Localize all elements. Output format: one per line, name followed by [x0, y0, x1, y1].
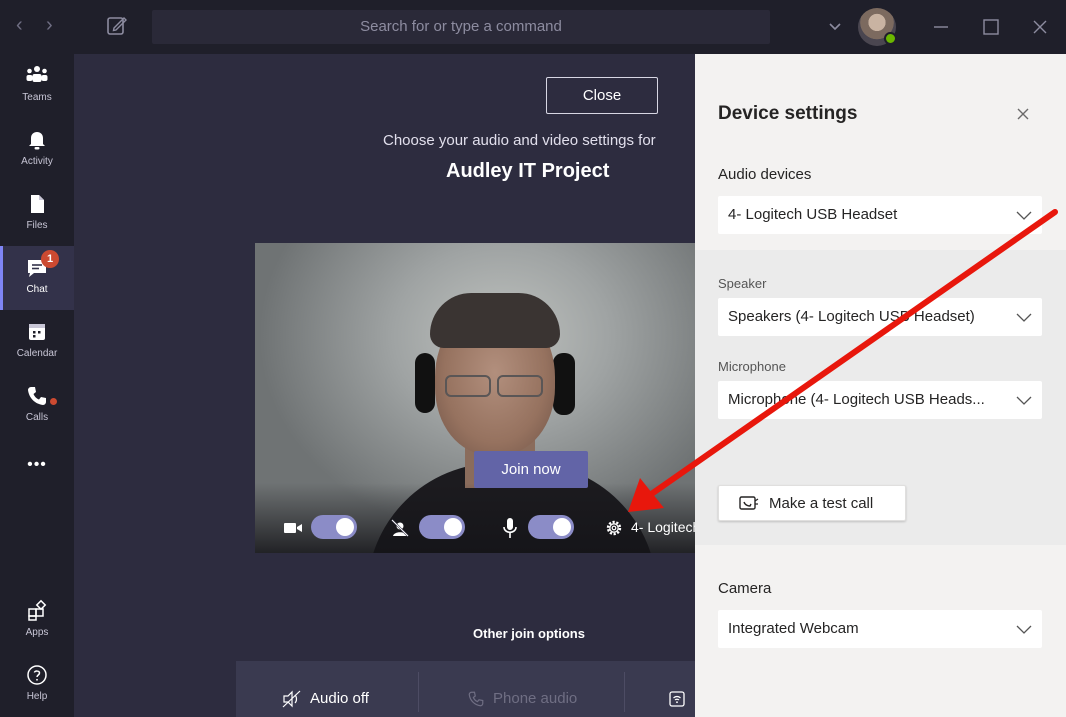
background-blur-icon [391, 519, 409, 537]
rail-item-files[interactable]: Files [0, 182, 74, 246]
make-test-call-button[interactable]: Make a test call [718, 485, 906, 521]
chevron-down-icon [1016, 625, 1032, 634]
teams-icon [26, 66, 48, 82]
microphone-label: Microphone [718, 359, 786, 374]
rail-label: Calls [25, 412, 49, 423]
speaker-value: Speakers (4- Logitech USB Headset) [728, 308, 975, 325]
chevron-down-icon [1016, 313, 1032, 322]
audio-off-label: Audio off [310, 690, 369, 707]
app-rail: Teams Activity Files 1 Chat Calendar Cal… [0, 54, 74, 717]
rail-item-teams[interactable]: Teams [0, 54, 74, 118]
background-effects-toggle[interactable] [419, 515, 465, 539]
unread-badge: 1 [41, 250, 59, 268]
test-call-icon [739, 496, 759, 510]
audio-device-value: 4- Logitech USB Headset [728, 206, 898, 223]
close-button[interactable]: Close [546, 77, 658, 114]
rail-label: Apps [25, 627, 49, 638]
camera-icon [284, 523, 302, 533]
bell-icon [29, 132, 45, 150]
rail-label: Help [26, 691, 48, 702]
audio-devices-heading: Audio devices [718, 166, 812, 183]
rail-label: Activity [21, 156, 53, 167]
speaker-label: Speaker [718, 276, 767, 291]
rail-item-activity[interactable]: Activity [0, 118, 74, 182]
phone-icon [28, 387, 46, 405]
close-icon[interactable] [1012, 103, 1034, 125]
rail-label: Calendar [16, 348, 58, 359]
chevron-down-icon [1016, 396, 1032, 405]
camera-value: Integrated Webcam [728, 620, 859, 637]
help-icon [27, 665, 47, 685]
rail-label: Files [26, 220, 48, 231]
phone-audio-label: Phone audio [493, 690, 578, 707]
room-audio-icon[interactable] [668, 690, 686, 708]
join-now-button[interactable]: Join now [474, 451, 588, 488]
microphone-toggle[interactable] [528, 515, 574, 539]
presence-available-icon [884, 32, 897, 45]
microphone-select[interactable]: Microphone (4- Logitech USB Heads... [718, 381, 1042, 419]
phone-icon [468, 691, 484, 707]
other-join-options-title: Other join options [473, 626, 585, 641]
rail-item-apps[interactable]: Apps [0, 589, 74, 653]
microphone-value: Microphone (4- Logitech USB Heads... [728, 391, 985, 408]
close-window-icon[interactable] [1027, 14, 1053, 40]
title-bar: ‹ › Search for or type a command [0, 0, 1066, 54]
meeting-title: Audley IT Project [446, 160, 610, 182]
rail-item-help[interactable]: Help [0, 653, 74, 717]
device-settings-link[interactable]: 4- Logitech USB Headset [631, 519, 695, 535]
more-icon: ••• [27, 456, 47, 473]
join-options-bar [236, 661, 695, 717]
test-call-label: Make a test call [769, 495, 874, 512]
rail-item-chat[interactable]: 1 Chat [0, 246, 74, 310]
camera-heading: Camera [718, 580, 772, 597]
microphone-icon [503, 518, 517, 538]
apps-icon [28, 599, 47, 621]
camera-select[interactable]: Integrated Webcam [718, 610, 1042, 648]
forward-icon[interactable]: › [46, 14, 53, 37]
speaker-select[interactable]: Speakers (4- Logitech USB Headset) [718, 298, 1042, 336]
speaker-off-icon [282, 690, 301, 708]
video-preview [255, 243, 695, 553]
camera-toggle[interactable] [311, 515, 357, 539]
compose-icon[interactable] [104, 13, 130, 39]
chevron-down-icon[interactable] [825, 14, 845, 38]
file-icon [31, 195, 44, 213]
rail-item-calls[interactable]: Calls [0, 374, 74, 438]
notification-dot [50, 398, 57, 405]
prejoin-prompt: Choose your audio and video settings for [383, 132, 656, 149]
maximize-icon[interactable] [978, 14, 1004, 40]
calendar-icon [29, 324, 45, 340]
audio-device-select[interactable]: 4- Logitech USB Headset [718, 196, 1042, 234]
back-icon[interactable]: ‹ [16, 14, 23, 37]
device-settings-title: Device settings [718, 103, 858, 124]
minimize-icon[interactable] [928, 14, 954, 40]
rail-item-calendar[interactable]: Calendar [0, 310, 74, 374]
search-input[interactable]: Search for or type a command [152, 10, 770, 44]
rail-label: Teams [22, 92, 52, 103]
rail-label: Chat [26, 284, 48, 295]
rail-item-more[interactable]: ••• [0, 438, 74, 502]
gear-icon[interactable] [604, 518, 624, 538]
chevron-down-icon [1016, 211, 1032, 220]
